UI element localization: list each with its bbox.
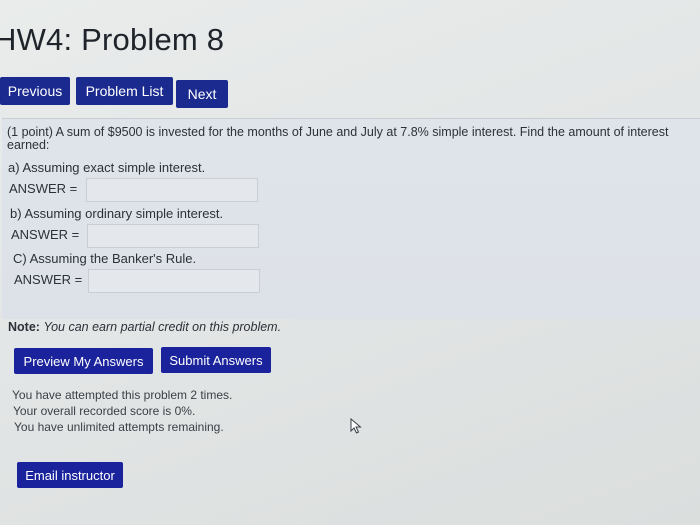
part-b-label: b) Assuming ordinary simple interest. [10,206,224,221]
email-instructor-button[interactable]: Email instructor [17,462,123,488]
answer-b-label: ANSWER = [11,227,80,242]
next-button[interactable]: Next [176,80,228,108]
page-title: HW4: Problem 8 [0,22,225,57]
score-status: Your overall recorded score is 0%. [13,404,196,418]
remaining-status: You have unlimited attempts remaining. [14,420,224,434]
preview-answers-button[interactable]: Preview My Answers [14,348,153,374]
problem-list-button[interactable]: Problem List [76,77,173,105]
mouse-pointer-icon [350,417,362,439]
note-prefix: Note: [8,320,40,334]
note-text: You can earn partial credit on this prob… [43,320,282,334]
submit-answers-button[interactable]: Submit Answers [161,347,271,373]
answer-b-input[interactable] [87,224,259,248]
problem-statement: (1 point) A sum of $9500 is invested for… [7,125,669,152]
previous-button[interactable]: Previous [0,77,70,105]
answer-c-input[interactable] [88,269,260,293]
partial-credit-note: Note: You can earn partial credit on thi… [8,320,281,334]
part-c-label: C) Assuming the Banker's Rule. [13,251,197,266]
answer-a-input[interactable] [86,178,258,202]
answer-c-label: ANSWER = [14,272,83,287]
answer-a-label: ANSWER = [9,181,78,196]
attempts-status: You have attempted this problem 2 times. [12,388,233,402]
part-a-label: a) Assuming exact simple interest. [8,160,206,175]
